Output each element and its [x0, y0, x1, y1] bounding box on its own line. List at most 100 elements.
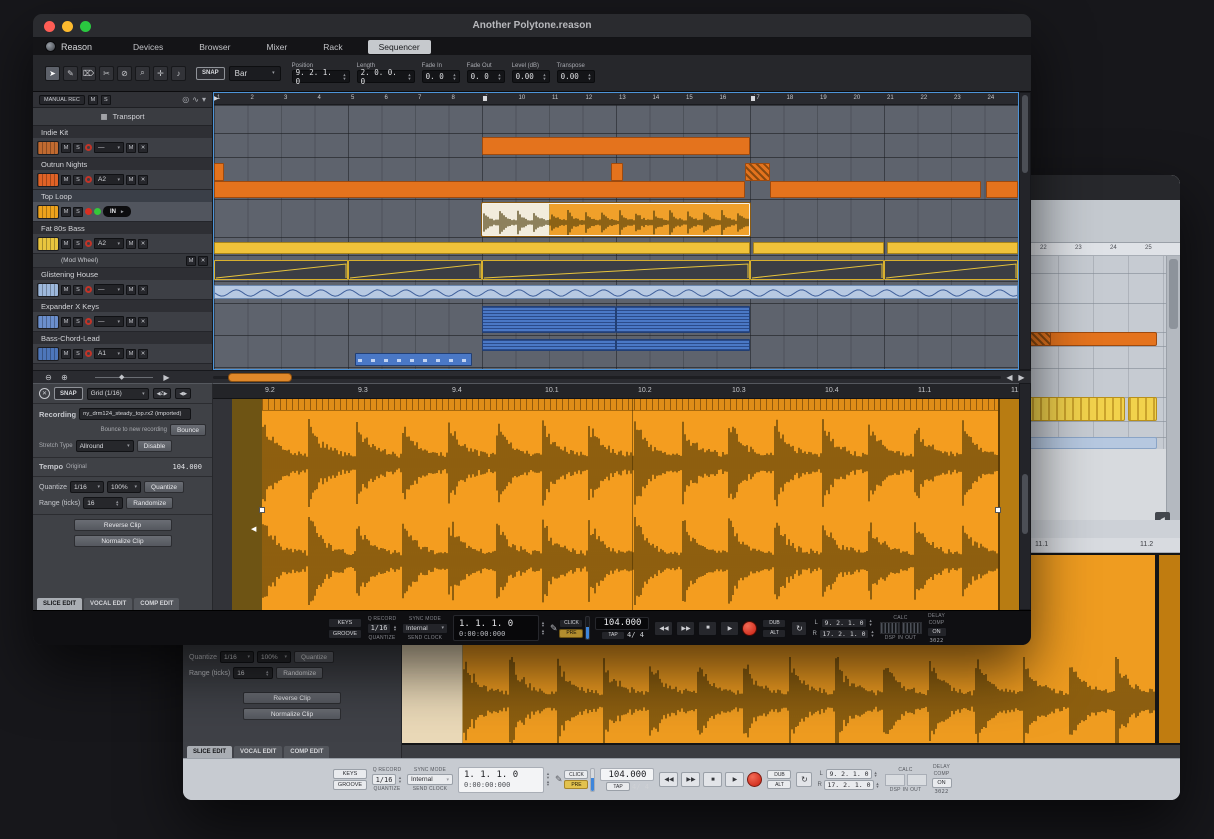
clip-fat[interactable]	[214, 242, 750, 254]
track-mute-button[interactable]: M	[61, 143, 71, 153]
record-quantize-value[interactable]: 1/16	[367, 623, 391, 634]
clip-toploop[interactable]	[482, 203, 750, 236]
record-arm-button[interactable]	[85, 240, 92, 247]
manual-rec-button[interactable]: MANUAL REC	[39, 95, 85, 105]
tab-devices[interactable]: Devices	[122, 40, 174, 54]
lane-delete-button[interactable]: ✕	[138, 317, 148, 327]
record-arm-button[interactable]	[85, 176, 92, 183]
dub-button[interactable]: DUB	[767, 770, 791, 779]
lane-mute-button[interactable]: M	[126, 349, 136, 359]
horizontal-scrollbar[interactable]	[213, 376, 1001, 379]
snap-grid-select[interactable]: Bar▾	[229, 66, 281, 81]
quantize-button[interactable]: Quantize	[294, 651, 334, 663]
field-fade-out-value[interactable]: 0. 0▲▼	[467, 70, 505, 83]
waveform-editor[interactable]: 9.29.39.410.110.210.310.411.111.2 ◀	[213, 383, 1019, 610]
lane-mute-button[interactable]: M	[126, 285, 136, 295]
output-select[interactable]: A1▾	[94, 348, 124, 359]
gear-icon[interactable]: ◎	[182, 95, 189, 104]
tap-button[interactable]: TAP	[601, 631, 625, 640]
clip-outrun_hi[interactable]	[214, 163, 224, 181]
track-solo-button[interactable]: S	[73, 285, 83, 295]
track-solo-button[interactable]: S	[73, 239, 83, 249]
editor-tab-comp-edit[interactable]: COMP EDIT	[284, 746, 329, 758]
loop-button[interactable]: ↻	[791, 621, 807, 636]
normalize-clip-button[interactable]: Normalize Clip	[243, 708, 341, 720]
reverse-clip-button[interactable]: Reverse Clip	[74, 519, 172, 531]
stop-button[interactable]: ■	[703, 772, 722, 787]
pre-button[interactable]: PRE	[564, 780, 588, 789]
field-length-value[interactable]: 2. 0. 0. 0▲▼	[357, 70, 415, 83]
lane-mute-button[interactable]: M	[186, 256, 196, 266]
stretch-type-select[interactable]: Allround▾	[76, 440, 134, 452]
snap-toggle-button[interactable]: SNAP	[196, 67, 225, 80]
quantize-amount-select[interactable]: 100%▾	[107, 481, 141, 493]
slice-marker-strip[interactable]	[262, 399, 998, 411]
bg-clip-yellow[interactable]	[1128, 397, 1157, 421]
tempo-original-value[interactable]: 104.000	[172, 463, 206, 471]
bounce-button[interactable]: Bounce	[170, 424, 206, 436]
track-expander-x-keys[interactable]: Expander X KeysMS—▾M✕	[33, 300, 212, 332]
normalize-clip-button[interactable]: Normalize Clip	[74, 535, 172, 547]
clip-outrun_lo[interactable]	[214, 181, 745, 198]
alt-button[interactable]: ALT	[767, 780, 791, 789]
nudge-zoom-buttons[interactable]: ◀Z▶	[153, 388, 172, 399]
pencil-tool[interactable]: ✎	[63, 66, 78, 81]
sync-mode-select[interactable]: Internal▾	[407, 774, 453, 785]
clip-indie[interactable]	[482, 137, 750, 155]
arrangement-area[interactable]: 1234567891011121314151617181920212223242…	[213, 92, 1019, 370]
lane-delete-button[interactable]: ✕	[138, 285, 148, 295]
record-arm-button[interactable]	[85, 318, 92, 325]
rewind-button[interactable]: ◀◀	[659, 772, 678, 787]
field-fade-in-value[interactable]: 0. 0▲▼	[422, 70, 460, 83]
input-monitor-pill[interactable]: IN▸	[103, 206, 131, 217]
clip-expander[interactable]	[482, 306, 616, 333]
track-fat-80s-bass[interactable]: Fat 80s BassMSA2▾M✕	[33, 222, 212, 254]
editor-tab-slice-edit[interactable]: SLICE EDIT	[187, 746, 232, 758]
clip-bass_hi[interactable]	[616, 339, 750, 351]
clip-fatauto[interactable]	[214, 260, 348, 280]
zoom-slider-handle[interactable]: ◆	[119, 373, 124, 381]
track-mute-button[interactable]: M	[61, 285, 71, 295]
field-transpose-value[interactable]: 0.00▲▼	[557, 70, 595, 83]
tempo-display[interactable]: 104.000	[600, 768, 654, 781]
lane-mute-button[interactable]: M	[126, 239, 136, 249]
groove-button[interactable]: GROOVE	[328, 629, 362, 639]
lane-mute-button[interactable]: M	[126, 175, 136, 185]
click-button[interactable]: CLICK	[564, 770, 588, 779]
lane-delete-button[interactable]: ✕	[198, 256, 208, 266]
clip-outrun_hi[interactable]	[611, 163, 623, 181]
randomize-button[interactable]: Randomize	[126, 497, 173, 509]
transport-track-row[interactable]: ▦ Transport	[33, 108, 212, 126]
master-solo-button[interactable]: S	[101, 95, 111, 105]
tab-mixer[interactable]: Mixer	[255, 40, 298, 54]
randomize-button[interactable]: Randomize	[276, 667, 323, 679]
chevron-down-icon[interactable]: ▾	[202, 95, 206, 104]
track-solo-button[interactable]: S	[73, 317, 83, 327]
track-solo-button[interactable]: S	[73, 175, 83, 185]
magnify-tool[interactable]: ⌕	[135, 66, 150, 81]
lane-delete-button[interactable]: ✕	[138, 239, 148, 249]
left-locator-value[interactable]: 9. 2. 1. 0	[826, 769, 871, 779]
tap-button[interactable]: TAP	[606, 782, 630, 791]
record-arm-button[interactable]	[85, 286, 92, 293]
click-level-slider[interactable]	[590, 768, 595, 792]
editor-ruler[interactable]: 9.29.39.410.110.210.310.411.111.2	[213, 384, 1019, 399]
comp-region-highlight[interactable]	[483, 204, 550, 235]
editor-tab-slice-edit[interactable]: SLICE EDIT	[37, 598, 82, 610]
bg-vertical-scrollbar[interactable]	[1166, 256, 1180, 520]
track-bass-chord-lead[interactable]: Bass-Chord-LeadMSA1▾M✕	[33, 332, 212, 364]
editor-tab-vocal-edit[interactable]: VOCAL EDIT	[234, 746, 282, 758]
keys-button[interactable]: KEYS	[328, 618, 362, 628]
mute-tool[interactable]: ⊘	[117, 66, 132, 81]
zoom-out-button[interactable]: ⊖	[43, 372, 54, 383]
editor-snap-button[interactable]: SNAP	[54, 387, 83, 400]
song-start-marker[interactable]: ▶	[214, 95, 219, 102]
output-select[interactable]: —▾	[94, 284, 124, 295]
tab-rack[interactable]: Rack	[312, 40, 353, 54]
nudge-buttons[interactable]: ◀▶	[175, 388, 191, 399]
lane-delete-button[interactable]: ✕	[138, 143, 148, 153]
record-arm-button[interactable]	[85, 350, 92, 357]
right-locator-value[interactable]: 17. 2. 1. 0	[819, 629, 868, 639]
groove-button[interactable]: GROOVE	[333, 780, 367, 790]
range-ticks-field[interactable]: 16▲▼	[233, 667, 273, 679]
